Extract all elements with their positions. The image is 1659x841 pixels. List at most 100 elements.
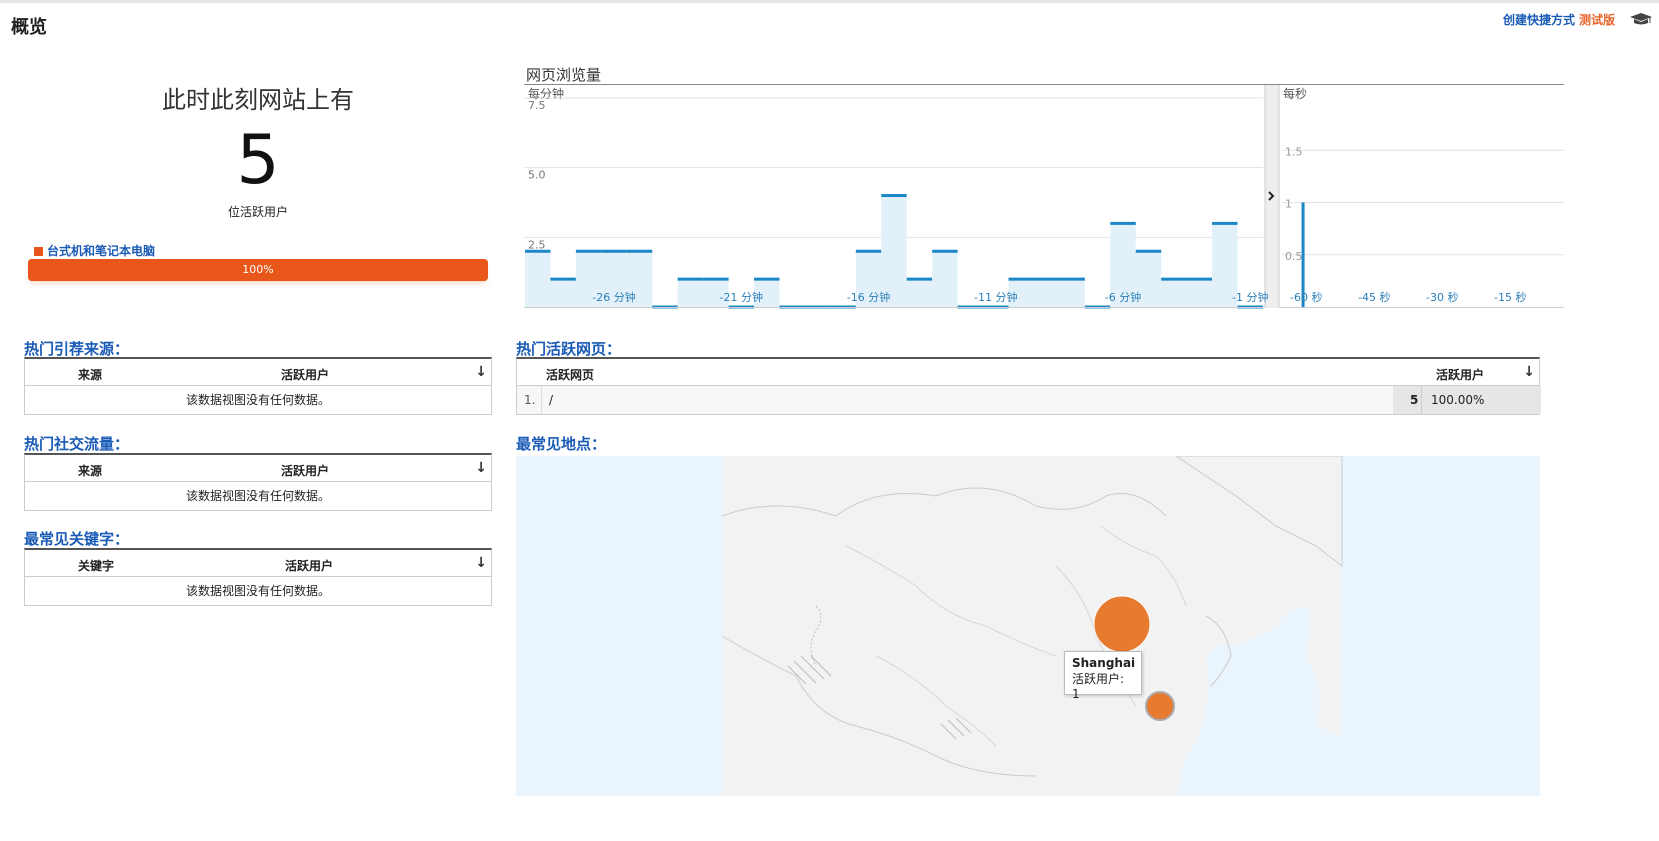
- row-users-percent: 100.00%: [1431, 393, 1485, 407]
- column-header-keyword[interactable]: 关键字: [78, 557, 114, 574]
- create-shortcut-link[interactable]: 创建快捷方式: [1503, 13, 1575, 27]
- bar-area: [1033, 279, 1060, 307]
- active-users-title: 此时此刻网站上有: [162, 86, 354, 114]
- top-pages-title: 热门活跃网页：: [516, 340, 622, 358]
- header-actions: 创建快捷方式 测试版: [1503, 11, 1615, 28]
- column-header-active-page[interactable]: 活跃网页: [546, 366, 594, 383]
- bar: [881, 194, 907, 198]
- cell-divider: [541, 386, 542, 414]
- bar-area: [1186, 279, 1213, 307]
- tooltip-city: Shanghai: [1072, 656, 1136, 670]
- bar: [1186, 277, 1213, 281]
- row-users-count: 5: [1410, 393, 1419, 407]
- tooltip-value: 活跃用户: 1: [1072, 672, 1125, 701]
- map-tooltip: Shanghai 活跃用户: 1: [1064, 651, 1142, 701]
- x-tick-label: -11 分钟: [974, 290, 1017, 304]
- page-title: 概览: [11, 17, 47, 38]
- bar: [550, 277, 576, 281]
- bar: [1110, 221, 1136, 225]
- column-header-source[interactable]: 来源: [78, 366, 102, 383]
- column-header-active-users[interactable]: 活跃用户: [281, 366, 329, 383]
- active-users-count: 5: [236, 121, 280, 200]
- bar: [575, 249, 602, 253]
- bar-area: [1059, 279, 1085, 307]
- table-row[interactable]: 1. / 5 100.00%: [517, 386, 1541, 414]
- column-header-active-users[interactable]: 活跃用户: [285, 557, 333, 574]
- bar: [677, 277, 704, 281]
- sort-down-icon[interactable]: ↓: [475, 364, 487, 380]
- y-tick-label: 2.5: [528, 238, 546, 251]
- active-users-unit: 位活跃用户: [227, 205, 288, 219]
- keywords-table: 关键字 活跃用户 ↓ 该数据视图没有任何数据。: [24, 548, 492, 606]
- legend-swatch: [34, 247, 43, 256]
- location-bubble-large[interactable]: [1093, 595, 1151, 653]
- x-tick-label: -45 秒: [1358, 290, 1390, 304]
- bar: [1033, 277, 1060, 281]
- referrals-table: 来源 活跃用户 ↓ 该数据视图没有任何数据。: [24, 357, 492, 415]
- empty-message: 该数据视图没有任何数据。: [185, 393, 330, 407]
- top-border: [0, 0, 1659, 3]
- bar: [703, 277, 729, 281]
- y-tick-label: 1: [1285, 198, 1292, 211]
- sort-down-icon[interactable]: ↓: [475, 555, 487, 571]
- empty-message: 该数据视图没有任何数据。: [185, 489, 330, 503]
- bar-area: [906, 279, 933, 307]
- keywords-title: 最常见关键字：: [24, 530, 130, 548]
- column-header-active-users[interactable]: 活跃用户: [281, 462, 329, 479]
- pageviews-chart: 每分钟 每秒 7.55.02.5 -26 分钟 -21 分钟 -16 分钟 -11 分…: [524, 84, 1564, 309]
- pageviews-title: 网页浏览量: [526, 66, 602, 84]
- y-tick-label: 1.5: [1285, 145, 1303, 158]
- bar-area: [932, 251, 958, 307]
- bar-area: [550, 279, 576, 307]
- locations-map[interactable]: [516, 456, 1540, 796]
- x-tick-label: -21 分钟: [720, 290, 763, 304]
- page-path-link[interactable]: /: [549, 393, 553, 407]
- bar: [754, 277, 780, 281]
- y-tick-label: 0.5: [1285, 250, 1303, 263]
- bar: [1059, 277, 1085, 281]
- locations-title: 最常见地点：: [516, 435, 607, 453]
- bar: [1212, 221, 1238, 225]
- table-header: 来源 活跃用户 ↓: [25, 359, 491, 386]
- referrals-title: 热门引荐来源：: [24, 340, 130, 358]
- beta-badge: 测试版: [1578, 13, 1615, 27]
- per-second-label: 每秒: [1283, 86, 1307, 101]
- social-title: 热门社交流量：: [24, 435, 130, 453]
- row-index: 1.: [524, 393, 536, 407]
- x-tick-label: -15 秒: [1494, 290, 1526, 304]
- device-legend: 台式机和笔记本电脑: [34, 242, 155, 259]
- sort-down-icon[interactable]: ↓: [1523, 364, 1535, 380]
- x-tick-label: -16 分钟: [847, 290, 890, 304]
- table-header: 来源 活跃用户 ↓: [25, 455, 491, 482]
- empty-message: 该数据视图没有任何数据。: [185, 584, 330, 598]
- bar: [525, 249, 551, 253]
- x-tick-label: -30 秒: [1426, 290, 1458, 304]
- device-share-label: 100%: [242, 263, 274, 276]
- table-header: 活跃网页 活跃用户 ↓: [517, 359, 1539, 386]
- x-tick-label: -60 秒: [1290, 290, 1322, 304]
- bar: [906, 277, 933, 281]
- graduation-cap-icon[interactable]: [1629, 12, 1653, 26]
- bar-area: [677, 279, 704, 307]
- bar: [932, 249, 958, 253]
- device-legend-label: 台式机和笔记本电脑: [47, 244, 156, 258]
- bar: [1008, 277, 1034, 281]
- column-header-active-users[interactable]: 活跃用户: [1436, 366, 1484, 383]
- y-tick-label: 7.5: [528, 99, 546, 112]
- bar-area: [525, 251, 551, 307]
- device-share-bar: 100%: [28, 259, 488, 281]
- china-map: [721, 456, 1343, 796]
- bar: [855, 249, 882, 253]
- cell-divider: [1421, 386, 1422, 414]
- social-table: 来源 活跃用户 ↓ 该数据视图没有任何数据。: [24, 453, 492, 511]
- location-bubble-shanghai[interactable]: [1145, 691, 1175, 721]
- bar: [601, 249, 627, 253]
- y-tick-label: 5.0: [528, 169, 546, 182]
- column-header-source[interactable]: 来源: [78, 462, 102, 479]
- active-users-panel: 此时此刻网站上有 5 位活跃用户: [28, 80, 488, 220]
- x-tick-label: -6 分钟: [1105, 290, 1141, 304]
- bar: [1135, 249, 1162, 253]
- x-tick-label: -1 分钟: [1232, 290, 1268, 304]
- table-header: 关键字 活跃用户 ↓: [25, 550, 491, 577]
- sort-down-icon[interactable]: ↓: [475, 460, 487, 476]
